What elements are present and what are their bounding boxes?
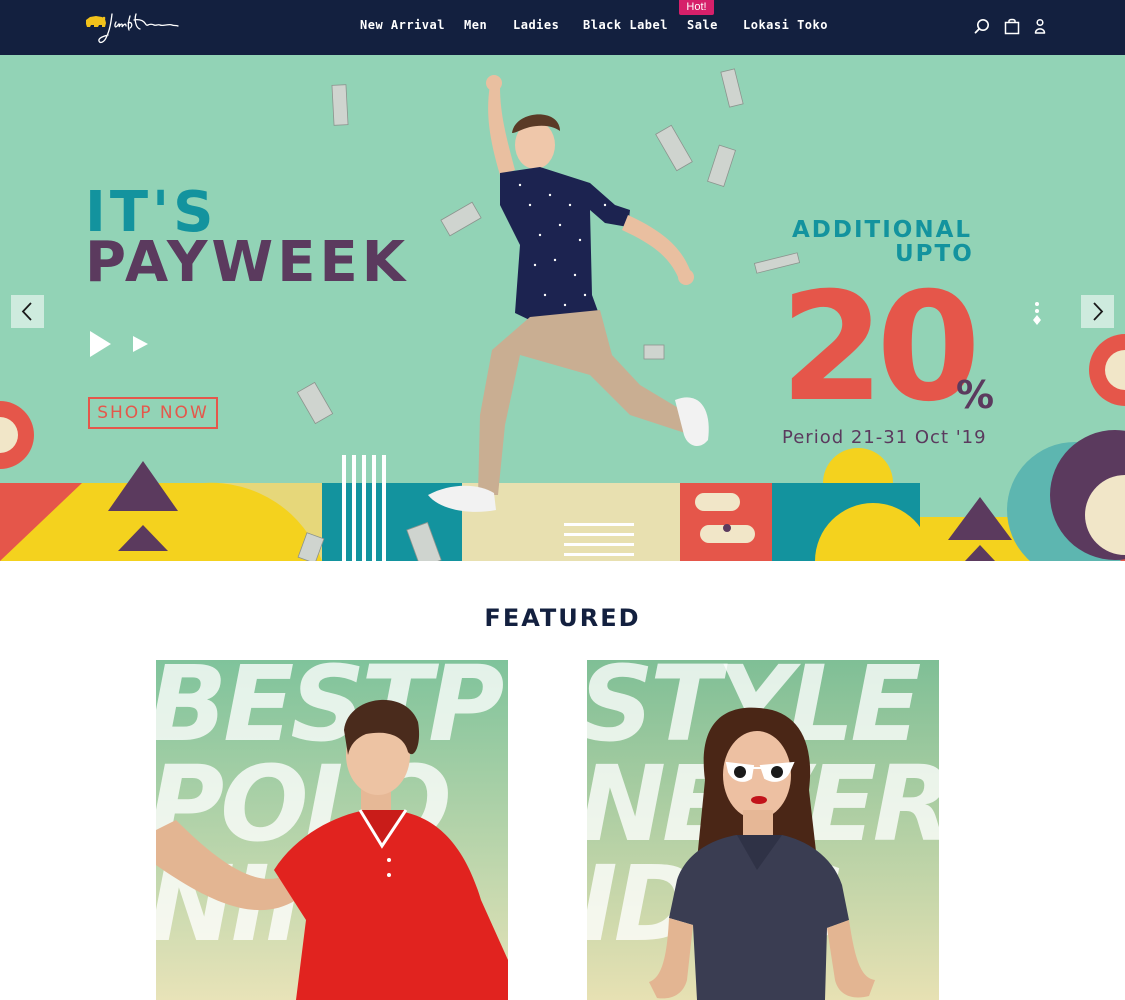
nav-black-label[interactable]: Black Label [583, 18, 668, 32]
search-icon[interactable] [973, 17, 991, 35]
site-header: New Arrival Men Ladies Black Label Hot! … [0, 0, 1125, 55]
hero-headline-line2: PAYWEEK [85, 230, 410, 295]
arrow-right-icon [1093, 302, 1104, 321]
nav-lokasi-toko[interactable]: Lokasi Toko [743, 18, 828, 32]
arrow-left-icon [21, 302, 32, 321]
nav-new-arrival[interactable]: New Arrival [360, 18, 445, 32]
user-icon[interactable] [1031, 17, 1049, 35]
shopping-bag-icon[interactable] [1003, 17, 1021, 35]
nav-ladies[interactable]: Ladies [513, 18, 559, 32]
main-nav: New Arrival Men Ladies Black Label Hot! … [0, 0, 1125, 55]
nav-sale[interactable]: Sale [687, 18, 718, 32]
promo-additional: ADDITIONAL [792, 217, 973, 243]
featured-heading: FEATURED [484, 604, 641, 632]
slider-next-button[interactable] [1081, 295, 1114, 328]
nav-men[interactable]: Men [464, 18, 487, 32]
hero-banner[interactable]: IT'S PAYWEEK SHOP NOW ADDITIONAL UPTO 20… [0, 55, 1125, 561]
featured-card-polo[interactable]: BESTP POLO NIMV [156, 660, 508, 1000]
slider-prev-button[interactable] [11, 295, 44, 328]
promo-value: 20 [780, 261, 981, 435]
slide-dots[interactable] [1031, 301, 1043, 327]
shop-now-button[interactable]: SHOP NOW [88, 397, 218, 429]
model-woman-navy-polo [649, 707, 875, 1000]
promo-period: Period 21-31 Oct '19 [782, 427, 987, 448]
promo-percent: % [956, 373, 995, 417]
hot-badge: Hot! [679, 0, 714, 15]
model-man-red-polo [156, 699, 508, 1000]
featured-card-style[interactable]: STYLE NEVER IDLG [587, 660, 939, 1000]
